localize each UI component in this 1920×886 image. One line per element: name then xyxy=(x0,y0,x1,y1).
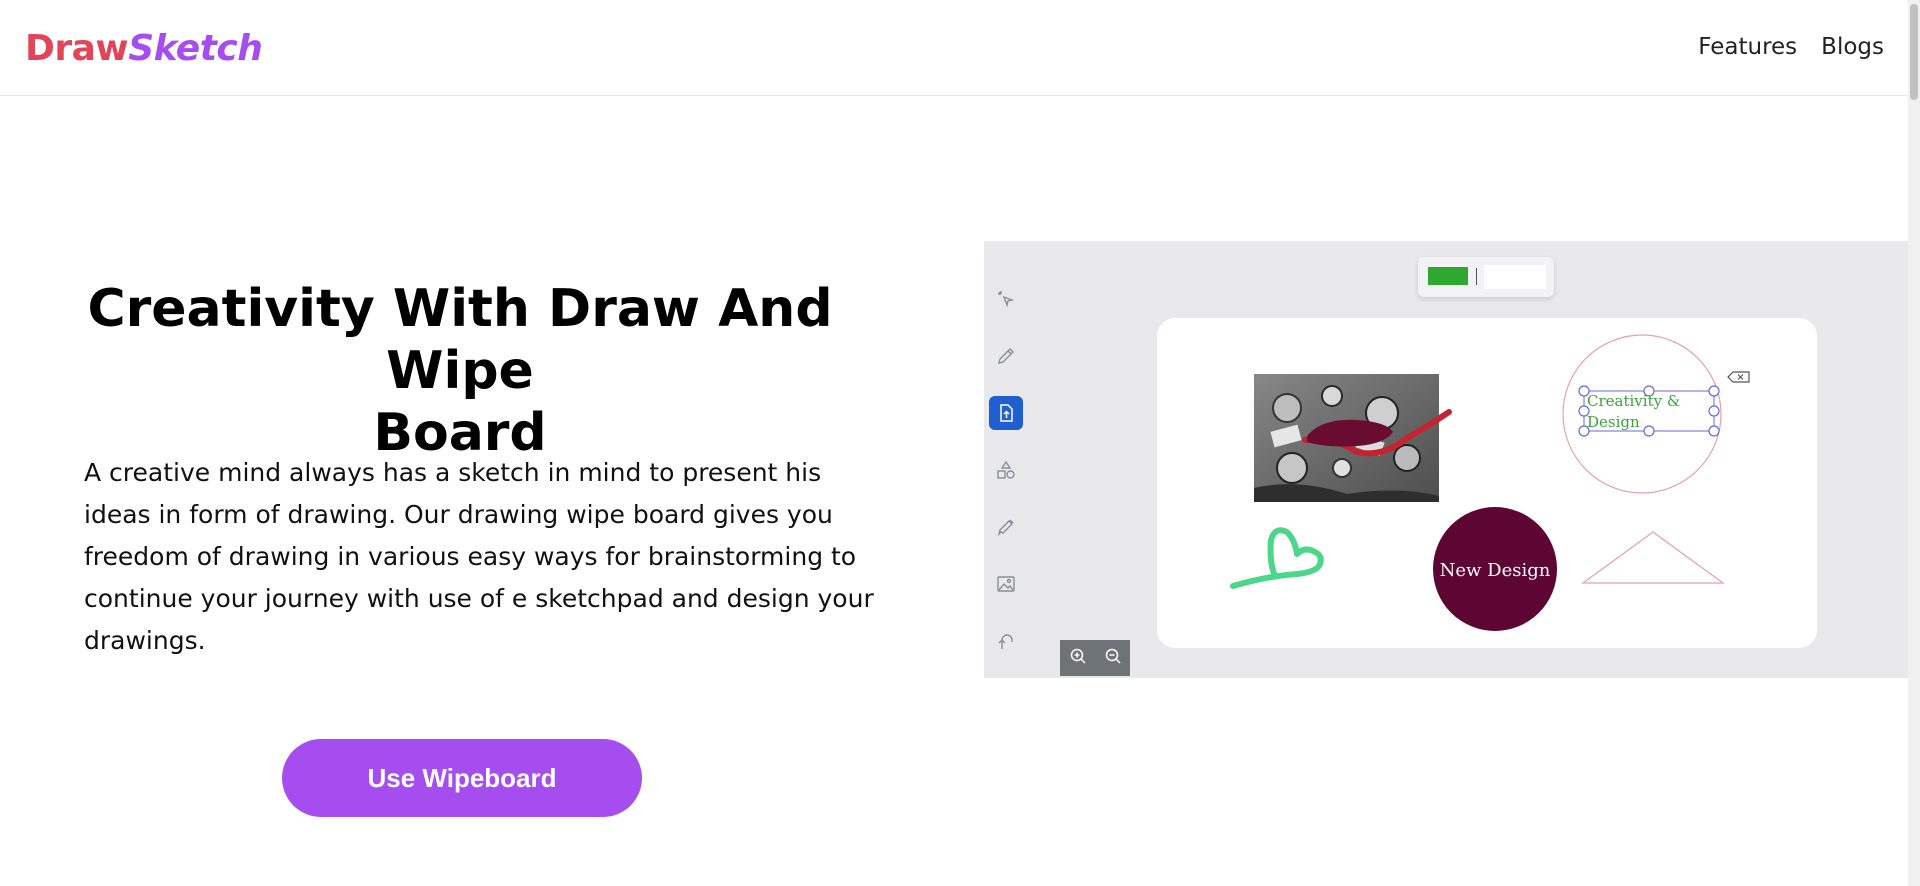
drawing-canvas[interactable]: Creativity & Design New Design xyxy=(1157,318,1817,648)
logo[interactable]: DrawSketch xyxy=(25,28,263,69)
canvas-text-line1: Creativity & xyxy=(1587,392,1680,410)
green-heart-stroke[interactable] xyxy=(1230,527,1324,589)
stroke-color-swatch[interactable] xyxy=(1428,267,1468,285)
pointer-sparkle-icon[interactable] xyxy=(989,282,1023,316)
canvas-drawing: Creativity & Design New Design xyxy=(1230,334,1750,631)
canvas-text-line2: Design xyxy=(1587,413,1640,431)
hero-title-line1: Creativity With Draw And Wipe xyxy=(87,279,833,401)
hero-description: A creative mind always has a sketch in m… xyxy=(84,458,874,655)
fill-color-swatch[interactable] xyxy=(1484,265,1546,289)
brush-icon[interactable] xyxy=(989,510,1023,544)
shapes-icon[interactable] xyxy=(989,453,1023,487)
site-header: DrawSketch Features Blogs xyxy=(0,0,1908,96)
logo-draw: Draw xyxy=(25,28,129,69)
undo-icon[interactable] xyxy=(989,624,1023,658)
file-upload-icon[interactable] xyxy=(989,396,1023,430)
wipeboard-preview: Creativity & Design New Design xyxy=(984,241,1908,678)
nav-link-features[interactable]: Features xyxy=(1698,34,1797,60)
page-scrollbar[interactable] xyxy=(1908,0,1920,886)
logo-sketch: Sketch xyxy=(128,28,263,69)
main-nav: Features Blogs xyxy=(1698,34,1884,60)
color-picker-bar xyxy=(1418,257,1554,297)
pencil-icon[interactable] xyxy=(989,339,1023,373)
zoom-out-icon[interactable] xyxy=(1104,647,1122,669)
hero-title: Creativity With Draw And Wipe Board xyxy=(40,278,880,464)
scrollbar-thumb[interactable] xyxy=(1910,4,1918,100)
delete-icon[interactable] xyxy=(1727,371,1750,383)
nav-link-blogs[interactable]: Blogs xyxy=(1821,34,1884,60)
image-icon[interactable] xyxy=(989,567,1023,601)
pink-outline-triangle[interactable] xyxy=(1581,531,1725,584)
zoom-in-icon[interactable] xyxy=(1069,647,1087,669)
color-divider xyxy=(1476,268,1477,285)
new-design-label: New Design xyxy=(1440,560,1551,581)
tool-sidebar xyxy=(984,241,1028,678)
use-wipeboard-button[interactable]: Use Wipeboard xyxy=(282,739,642,817)
zoom-controls xyxy=(1060,640,1130,676)
